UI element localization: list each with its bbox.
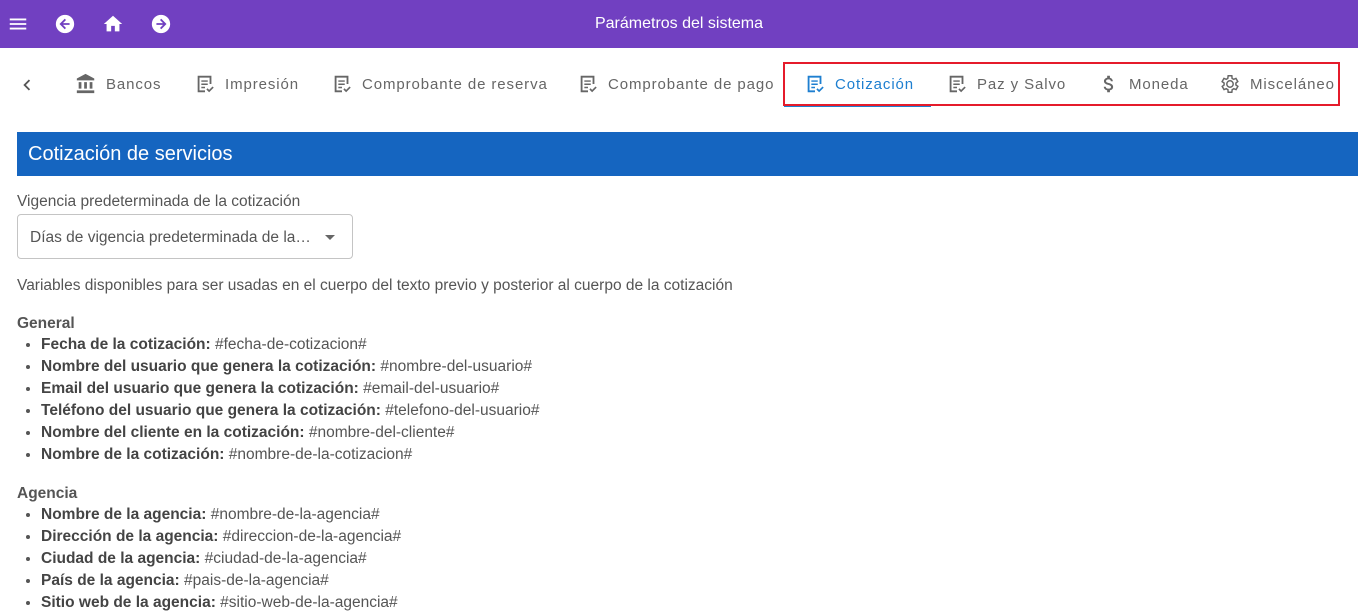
variable-label: Fecha de la cotización: <box>41 336 211 353</box>
variable-label: Email del usuario que genera la cotizaci… <box>41 380 359 397</box>
variable-token: #fecha-de-cotizacion# <box>215 336 367 353</box>
tab-label: Comprobante de reserva <box>362 75 548 93</box>
document-check-icon <box>197 75 214 93</box>
document-check-icon <box>334 75 351 93</box>
dollar-icon <box>1103 75 1114 93</box>
variable-token: #direccion-de-la-agencia# <box>222 528 402 545</box>
list-item: Nombre del usuario que genera la cotizac… <box>41 356 539 378</box>
variable-token: #nombre-de-la-cotizacion# <box>228 446 413 463</box>
list-item: Nombre de la agencia: #nombre-de-la-agen… <box>41 504 401 526</box>
variable-label: Ciudad de la agencia: <box>41 550 201 567</box>
list-item: Sitio web de la agencia: #sitio-web-de-l… <box>41 592 401 614</box>
variables-list-general: Fecha de la cotización: #fecha-de-cotiza… <box>17 334 539 466</box>
variable-token: #nombre-de-la-agencia# <box>210 506 380 523</box>
group-title-agencia: Agencia <box>17 485 78 502</box>
chevron-down-icon <box>325 235 335 240</box>
tab-label: Misceláneo <box>1250 75 1335 93</box>
variables-intro: Variables disponibles para ser usadas en… <box>17 277 733 294</box>
section-header: Cotización de servicios <box>17 132 1358 176</box>
list-item: País de la agencia: #pais-de-la-agencia# <box>41 570 401 592</box>
tab-label: Cotización <box>835 75 915 93</box>
variables-list-agencia: Nombre de la agencia: #nombre-de-la-agen… <box>17 504 401 614</box>
document-check-icon <box>949 75 966 93</box>
tab-label: Comprobante de pago <box>608 75 775 93</box>
variable-label: Nombre del usuario que genera la cotizac… <box>41 358 377 375</box>
tab-impresion[interactable]: Impresión <box>194 48 299 120</box>
document-check-icon <box>580 75 597 93</box>
group-title-general: General <box>17 315 75 332</box>
tab-bancos[interactable]: Bancos <box>75 48 161 120</box>
validity-label: Vigencia predeterminada de la cotización <box>17 193 301 210</box>
variable-label: Teléfono del usuario que genera la cotiz… <box>41 402 381 419</box>
tab-label: Moneda <box>1129 75 1189 93</box>
tab-cotizacion[interactable]: Cotización <box>784 48 932 120</box>
variable-token: #pais-de-la-agencia# <box>184 572 329 589</box>
variable-label: Dirección de la agencia: <box>41 528 219 545</box>
list-item: Fecha de la cotización: #fecha-de-cotiza… <box>41 334 539 356</box>
variable-token: #sitio-web-de-la-agencia# <box>220 594 398 611</box>
list-item: Dirección de la agencia: #direccion-de-l… <box>41 526 401 548</box>
select-value: Días de vigencia predeterminada de la co… <box>30 229 315 246</box>
variable-label: Nombre del cliente en la cotización: <box>41 424 305 441</box>
validity-days-select[interactable]: Días de vigencia predeterminada de la co… <box>17 214 353 259</box>
top-app-bar: Parámetros del sistema <box>0 0 1358 48</box>
tab-comprobante-de-pago[interactable]: Comprobante de pago <box>577 48 774 120</box>
list-item: Teléfono del usuario que genera la cotiz… <box>41 400 539 422</box>
page-title: Parámetros del sistema <box>594 15 764 32</box>
variable-token: #nombre-del-usuario# <box>380 358 532 375</box>
variable-label: Nombre de la agencia: <box>41 506 207 523</box>
settings-tabs: Bancos Impresión Comprobante de reserva … <box>0 48 1358 120</box>
active-tab-indicator <box>784 105 932 107</box>
variable-token: #nombre-del-cliente# <box>308 424 455 441</box>
tab-label: Paz y Salvo <box>977 75 1067 93</box>
variable-label: Sitio web de la agencia: <box>41 594 216 611</box>
list-item: Email del usuario que genera la cotizaci… <box>41 378 539 400</box>
bank-icon <box>76 73 95 94</box>
list-item: Ciudad de la agencia: #ciudad-de-la-agen… <box>41 548 401 570</box>
variable-label: Nombre de la cotización: <box>41 446 225 463</box>
gear-icon <box>1221 75 1239 93</box>
document-check-icon <box>807 75 824 93</box>
tab-miscelaneo[interactable]: Misceláneo <box>1219 48 1335 120</box>
tab-comprobante-de-reserva[interactable]: Comprobante de reserva <box>331 48 548 120</box>
variable-label: País de la agencia: <box>41 572 180 589</box>
list-item: Nombre del cliente en la cotización: #no… <box>41 422 539 444</box>
tab-label: Bancos <box>106 75 162 93</box>
tab-paz-y-salvo[interactable]: Paz y Salvo <box>946 48 1066 120</box>
variable-token: #telefono-del-usuario# <box>385 402 540 419</box>
tab-moneda[interactable]: Moneda <box>1098 48 1189 120</box>
variable-token: #email-del-usuario# <box>363 380 500 397</box>
variable-token: #ciudad-de-la-agencia# <box>204 550 367 567</box>
tab-label: Impresión <box>225 75 299 93</box>
list-item: Nombre de la cotización: #nombre-de-la-c… <box>41 444 539 466</box>
